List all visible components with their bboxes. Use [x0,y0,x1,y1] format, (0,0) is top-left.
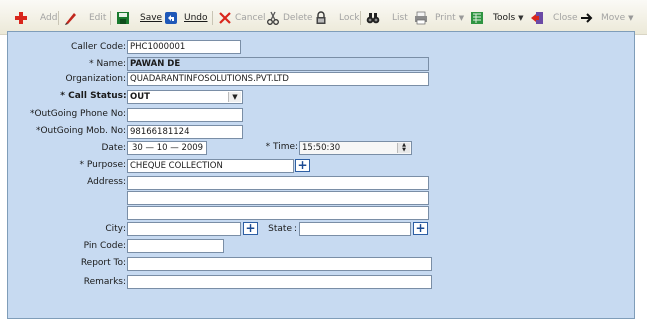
lock-label: Lock [339,13,360,23]
colon: : [123,109,127,119]
address-line-3[interactable] [127,206,429,220]
colon: : [123,74,127,84]
move-label: Move [601,13,626,23]
x-icon [218,11,232,25]
name-label: * Name [89,59,123,69]
binoculars-icon [366,11,380,25]
toolbar-divider [212,11,213,25]
colon: : [123,177,127,187]
state-field[interactable] [299,222,411,236]
add-label: Add [40,13,58,23]
add-button[interactable]: Add [14,10,57,26]
call-status-select[interactable]: OUT ▼ [127,90,243,104]
organization-field[interactable]: QUADARANTINFOSOLUTIONS.PVT.LTD [127,72,429,86]
add-purpose-button[interactable]: + [295,159,310,172]
call-status-label: * Call Status [60,91,123,101]
purpose-field[interactable]: CHEQUE COLLECTION [127,159,294,173]
city-field[interactable] [127,222,241,236]
plus-icon [14,11,28,25]
chevron-down-icon: ▼ [628,14,634,22]
remarks-label: Remarks [83,277,123,287]
toolbar: Add Edit Save Undo Cancel Delete Lock Li… [0,0,647,35]
colon: : [123,224,127,234]
colon: : [295,142,299,152]
print-button[interactable]: Print ▼ [414,10,464,26]
close-label: Close [553,13,578,23]
floppy-disk-icon [116,11,130,25]
colon: : [123,143,127,153]
outgoing-mobile-label: *OutGoing Mob. No [35,126,123,136]
colon: : [123,160,127,170]
spinner-arrows-icon[interactable]: ▲ ▼ [397,143,410,153]
report-to-label: Report To [80,258,123,268]
call-status-value: OUT [130,92,150,102]
tools-label: Tools [493,13,516,23]
report-to-field[interactable] [127,257,432,271]
colon: : [123,42,127,52]
city-label: City [105,224,123,234]
caller-form-panel: Caller Code : PHC1000001 * Name : PAWAN … [7,31,635,319]
outgoing-phone-field[interactable] [127,108,243,122]
lock-button[interactable]: Lock [314,10,360,26]
state-label: State [268,224,292,234]
save-label: Save [140,13,163,23]
time-label: * Time [265,142,295,152]
caller-code-label: Caller Code [71,42,123,52]
colon: : [123,59,127,69]
address-label: Address [87,177,123,187]
cancel-label: Cancel [235,13,266,23]
colon: : [123,277,127,287]
exit-door-icon [530,11,544,25]
close-button[interactable]: Close [530,10,578,26]
toolbar-divider [110,11,111,25]
lock-icon [314,11,328,25]
arrow-right-icon [580,11,594,25]
add-city-button[interactable]: + [243,222,258,235]
organization-label: Organization [65,74,123,84]
pin-code-label: Pin Code [83,241,123,251]
outgoing-mobile-field[interactable]: 98166181124 [127,125,243,139]
chevron-down-icon: ▼ [458,14,465,22]
date-field[interactable]: 30 — 10 — 2009 [127,141,207,155]
list-label: List [392,13,408,23]
colon: : [294,224,298,234]
delete-button[interactable]: Delete [266,10,313,26]
toolbar-divider [360,11,361,25]
list-button[interactable]: List [366,10,408,26]
colon: : [123,258,127,268]
undo-label: Undo [184,13,208,23]
printer-icon [414,11,428,25]
time-value: 15:50:30 [302,143,341,153]
cancel-button[interactable]: Cancel [218,10,266,26]
delete-label: Delete [283,13,313,23]
caller-code-field[interactable]: PHC1000001 [127,40,241,54]
print-label: Print [435,13,456,23]
spreadsheet-icon [470,11,484,25]
name-field[interactable]: PAWAN DE [127,57,429,71]
address-line-1[interactable] [127,176,429,190]
undo-icon [164,11,178,25]
toolbar-divider [58,11,59,25]
chevron-down-icon: ▼ [518,14,524,22]
date-label: Date [101,143,123,153]
pen-icon [64,11,78,25]
remarks-field[interactable] [127,275,432,289]
move-button[interactable]: Move ▼ [580,10,634,26]
undo-button[interactable]: Undo [164,10,208,26]
colon: : [123,241,127,251]
add-state-button[interactable]: + [413,222,428,235]
colon: : [123,126,127,136]
tools-button[interactable]: Tools ▼ [470,10,524,26]
scissors-icon [266,11,280,25]
chevron-down-icon[interactable]: ▼ [228,92,241,102]
pin-code-field[interactable] [127,239,224,253]
edit-label: Edit [89,13,107,23]
time-field[interactable]: 15:50:30 ▲ ▼ [299,141,412,155]
address-line-2[interactable] [127,191,429,205]
edit-button[interactable]: Edit [64,10,106,26]
save-button[interactable]: Save [116,10,162,26]
outgoing-phone-label: *OutGoing Phone No [29,109,123,119]
purpose-label: * Purpose [79,160,123,170]
